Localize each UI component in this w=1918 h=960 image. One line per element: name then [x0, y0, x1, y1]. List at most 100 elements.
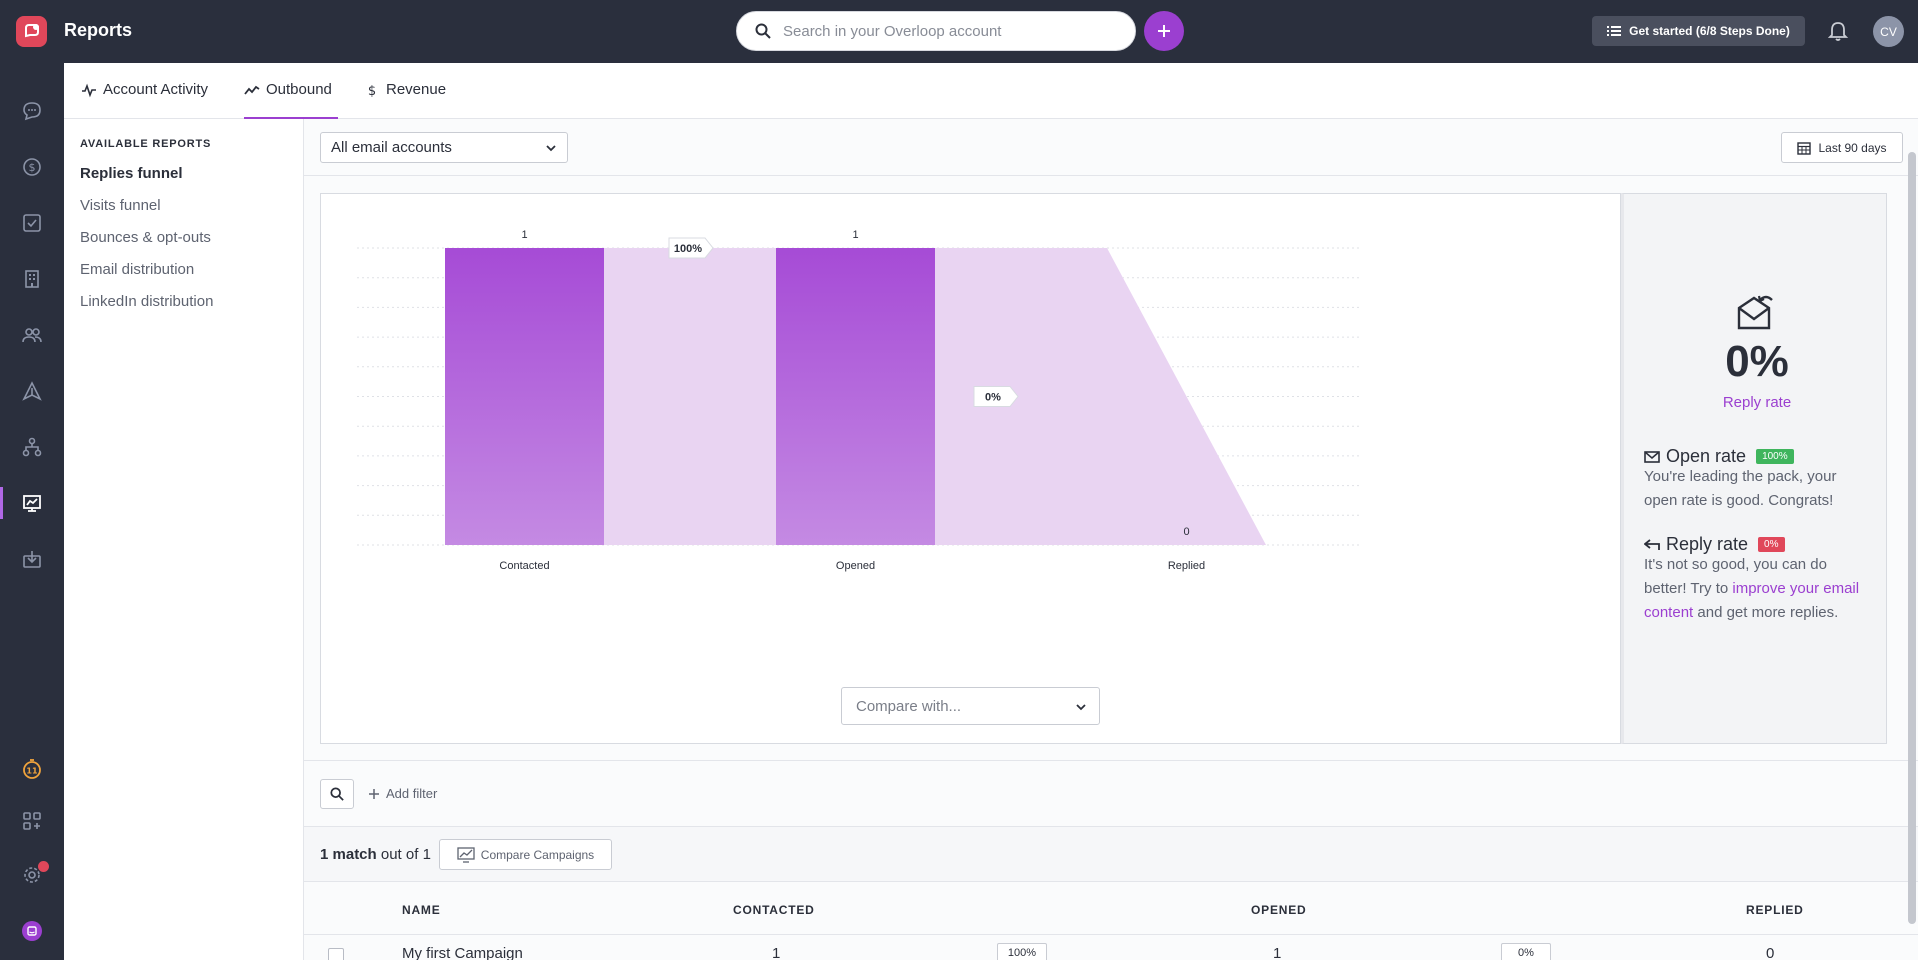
table-search-button[interactable] — [320, 779, 354, 809]
email-account-value: All email accounts — [331, 139, 452, 156]
dollar-circle-icon: $ — [23, 158, 41, 176]
tab-outbound[interactable]: Outbound — [244, 81, 338, 119]
trend-icon — [244, 85, 260, 95]
table-divider — [304, 760, 1918, 761]
svg-text:$: $ — [368, 84, 376, 98]
avatar[interactable]: CV — [1873, 16, 1904, 47]
conversion-label: 0% — [985, 392, 1001, 404]
compare-campaigns-button[interactable]: Compare Campaigns — [439, 839, 612, 870]
page-scrollbar[interactable] — [1908, 152, 1916, 924]
category-label: Replied — [1168, 560, 1205, 572]
table-header-divider — [304, 934, 1918, 935]
svg-text:$: $ — [29, 161, 36, 174]
reply-arrow-icon — [1644, 538, 1660, 550]
opened-count: 1 — [1273, 945, 1282, 960]
rail-apps[interactable] — [0, 801, 64, 841]
tab-account-activity[interactable]: Account Activity — [81, 81, 208, 119]
rail-settings[interactable] — [0, 855, 64, 895]
column-header-contacted[interactable]: CONTACTED — [733, 903, 815, 917]
compare-campaigns-label: Compare Campaigns — [480, 847, 595, 862]
open-rate-text: You're leading the pack, your open rate … — [1644, 468, 1837, 509]
match-total: out of 1 — [380, 846, 431, 863]
import-icon — [23, 551, 41, 568]
date-range-button[interactable]: Last 90 days — [1781, 132, 1903, 163]
email-reply-icon — [1737, 295, 1773, 330]
reports-sidebar: AVAILABLE REPORTS Replies funnel Visits … — [64, 119, 304, 960]
envelope-icon — [1644, 450, 1660, 463]
rail-deals[interactable]: $ — [0, 147, 64, 187]
summary-card: 0% Reply rate Open rate 100% You're lead… — [1621, 193, 1887, 744]
reply-rate-title-text: Reply rate — [1666, 534, 1749, 554]
settings-notification-dot — [38, 861, 49, 872]
report-replies-funnel[interactable]: Replies funnel — [80, 165, 183, 182]
app-logo[interactable] — [16, 16, 47, 47]
chart-icon — [23, 495, 41, 512]
column-header-opened[interactable]: OPENED — [1251, 903, 1306, 917]
funnel-connector — [935, 248, 1107, 545]
email-account-select[interactable]: All email accounts — [320, 132, 568, 163]
contacted-count: 1 — [772, 945, 781, 960]
reply-rate-badge: 0% — [1758, 537, 1785, 552]
workflow-icon — [22, 437, 42, 457]
get-started-label: Get started (6/8 Steps Done) — [1629, 24, 1790, 38]
timer-icon: 11 — [23, 759, 41, 779]
rail-campaigns[interactable] — [0, 371, 64, 411]
checkbox-icon — [23, 214, 41, 232]
column-header-name[interactable]: NAME — [402, 903, 441, 917]
category-label: Opened — [836, 560, 875, 572]
rail-import[interactable] — [0, 539, 64, 579]
date-range-label: Last 90 days — [1818, 140, 1887, 155]
rail-inbox[interactable] — [0, 91, 64, 131]
rail-companies[interactable] — [0, 259, 64, 299]
activity-icon — [82, 83, 96, 98]
chevron-down-icon — [1076, 704, 1086, 711]
reply-rate-title: Reply rate 0% — [1644, 534, 1785, 555]
top-bar: Reports Get started (6/8 Steps Done) CV — [0, 0, 1918, 63]
left-rail: $ 11 — [0, 63, 64, 960]
plus-icon — [1158, 25, 1170, 37]
add-filter-button[interactable]: Add filter — [368, 786, 437, 801]
filter-divider — [304, 175, 1918, 176]
open-conversion-pill: 100% — [997, 943, 1047, 960]
rail-workflows[interactable] — [0, 427, 64, 467]
rail-reports[interactable] — [0, 483, 64, 523]
report-linkedin-distribution[interactable]: LinkedIn distribution — [80, 293, 213, 310]
global-search[interactable] — [736, 11, 1136, 51]
campaign-name-link[interactable]: My first Campaign — [402, 945, 523, 960]
rail-contacts[interactable] — [0, 315, 64, 355]
rail-chat-widget[interactable] — [0, 911, 64, 951]
compare-with-value: Compare with... — [856, 697, 962, 715]
compare-with-select[interactable]: Compare with... — [841, 687, 1100, 725]
report-visits-funnel[interactable]: Visits funnel — [80, 197, 161, 214]
report-bounces[interactable]: Bounces & opt-outs — [80, 229, 211, 246]
dollar-icon: $ — [368, 84, 376, 98]
open-rate-badge: 100% — [1756, 449, 1794, 464]
get-started-button[interactable]: Get started (6/8 Steps Done) — [1592, 16, 1805, 46]
search-icon — [330, 787, 344, 801]
chat-widget-icon — [22, 921, 42, 941]
report-email-distribution[interactable]: Email distribution — [80, 261, 194, 278]
search-input[interactable] — [783, 22, 1103, 40]
conversion-label: 100% — [674, 243, 702, 255]
rail-tasks[interactable] — [0, 203, 64, 243]
category-label: Contacted — [499, 560, 549, 572]
send-icon — [22, 381, 42, 401]
reply-rate-value: 0% — [1725, 337, 1789, 386]
logo-icon — [24, 23, 39, 37]
results-bar: 1 match out of 1 Compare Campaigns — [304, 826, 1918, 882]
building-icon — [25, 270, 39, 288]
bell-icon[interactable] — [1827, 20, 1849, 42]
column-header-replied[interactable]: REPLIED — [1746, 903, 1804, 917]
create-button[interactable] — [1144, 11, 1184, 51]
chat-icon — [23, 102, 41, 121]
funnel-chart-card: 1 Contacted 1 Opened 0 Replied 100% 0% Compare … — [320, 193, 1621, 744]
row-checkbox[interactable] — [328, 948, 344, 960]
tab-label: Account Activity — [103, 81, 209, 98]
rail-trial-days[interactable]: 11 — [0, 749, 64, 789]
users-icon — [22, 328, 42, 343]
trial-days-count: 11 — [26, 767, 38, 776]
reply-rate-text: It's not so good, you can do better! Try… — [1644, 553, 1864, 625]
tab-revenue[interactable]: $ Revenue — [364, 81, 446, 119]
bar-value-label: 1 — [521, 229, 527, 241]
add-filter-label: Add filter — [386, 786, 438, 801]
